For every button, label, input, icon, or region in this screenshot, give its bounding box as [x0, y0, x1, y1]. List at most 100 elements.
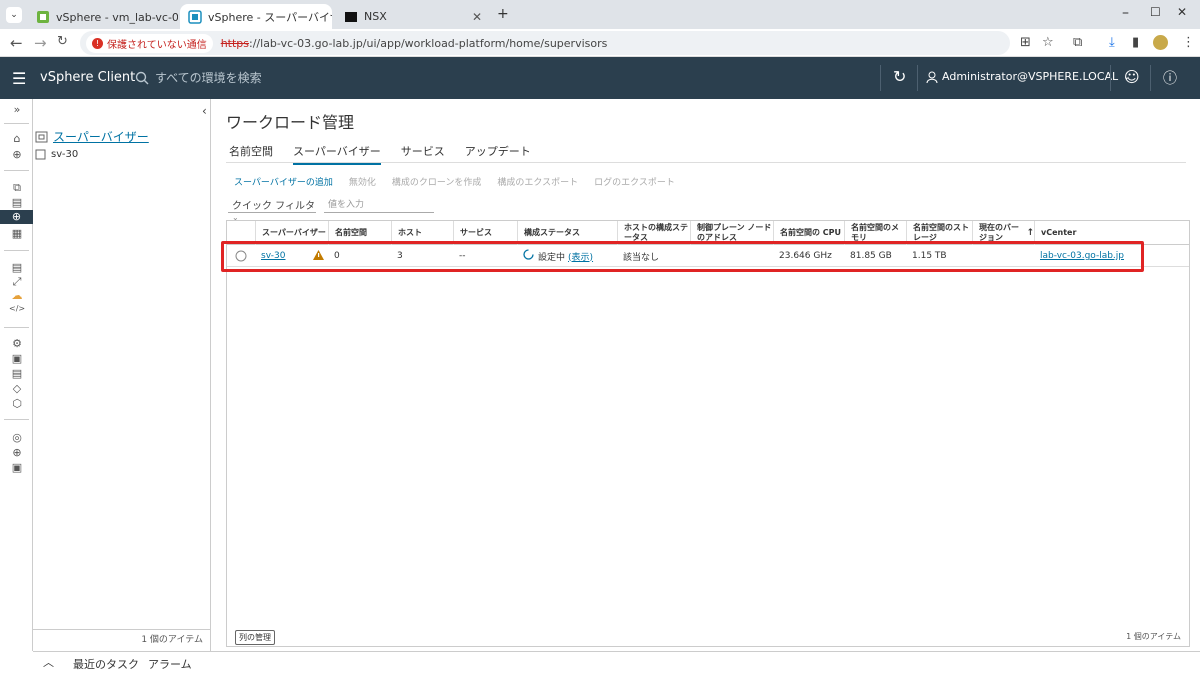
close-icon[interactable]: ✕: [472, 10, 482, 24]
header-divider: [917, 65, 918, 91]
profile-avatar[interactable]: [1153, 35, 1168, 50]
tags-icon[interactable]: ◇: [9, 382, 25, 395]
minimize-icon[interactable]: –: [1122, 5, 1129, 21]
networking-icon[interactable]: ▦: [9, 227, 25, 240]
download-icon[interactable]: ⤓: [1109, 35, 1115, 50]
more-icon[interactable]: ⋮: [1182, 35, 1195, 50]
export-logs-button[interactable]: ログのエクスポート: [594, 175, 675, 188]
supervisor-icon: [35, 149, 46, 160]
app-header: ☰ vSphere Client すべての環境を検索 ↻ Administrat…: [0, 57, 1200, 99]
help-icon[interactable]: ⓘ: [1163, 68, 1177, 88]
warning-icon: !: [92, 37, 103, 49]
expand-icon[interactable]: »: [9, 103, 25, 116]
filter-value-input[interactable]: 値を入力: [324, 197, 434, 213]
search-placeholder: すべての環境を検索: [155, 71, 262, 85]
tab-title: vSphere - スーパーバイザー: [208, 10, 332, 24]
header-divider: [1150, 65, 1151, 91]
tab-title: vSphere - vm_lab-vc-03 - 仮想マ: [56, 10, 178, 24]
tab-list-icon[interactable]: ⌄: [6, 7, 22, 23]
search-icon: [135, 71, 149, 84]
security-label: 保護されていない通信: [107, 39, 207, 51]
rail-divider: [4, 327, 29, 328]
tab-vm[interactable]: vSphere - vm_lab-vc-03 - 仮想マ ✕: [28, 4, 178, 29]
sidepanel-icon[interactable]: ▮: [1132, 35, 1139, 50]
manage-columns-button[interactable]: 列の管理: [235, 630, 275, 645]
left-rail: » ⌂ ⊕ ⧉ ▤ ⊕ ▦ ▤ ⤢ ☁ </> ⚙ ▣ ▤ ◇ ⬡ ◎ ⊕ ▣: [0, 99, 33, 651]
url-scheme: https: [220, 36, 250, 50]
highlight-box: [221, 241, 1144, 272]
translate-icon[interactable]: ⊞: [1020, 35, 1031, 50]
user-icon: [926, 71, 938, 83]
tab-divider: [226, 162, 1186, 163]
rail-divider: [4, 250, 29, 251]
vsphere-icon: [36, 10, 50, 24]
plus-circle-icon[interactable]: ⊕: [9, 446, 25, 459]
forward-icon[interactable]: →: [34, 34, 47, 52]
feedback-smiley-icon[interactable]: ☺: [1124, 68, 1140, 86]
tree-root-label: スーパーバイザー: [53, 130, 149, 144]
url-box[interactable]: ! 保護されていない通信 https://lab-vc-03.go-lab.jp…: [80, 31, 1010, 55]
reload-icon[interactable]: ↻: [57, 34, 68, 49]
rail-divider: [4, 419, 29, 420]
header-divider: [1110, 65, 1111, 91]
refresh-icon[interactable]: ↻: [893, 67, 906, 86]
hamburger-menu-icon[interactable]: ☰: [12, 69, 26, 88]
recent-tasks-tab[interactable]: 最近のタスク: [73, 656, 139, 672]
user-menu[interactable]: Administrator@VSPHERE.LOCAL ⌄: [926, 70, 1131, 83]
app-title: vSphere Client: [40, 70, 136, 85]
events-icon[interactable]: ▤: [9, 367, 25, 380]
cloud-icon[interactable]: ☁: [9, 289, 25, 302]
tasks-icon[interactable]: ▣: [9, 352, 25, 365]
address-bar: ← → ↻ ! 保護されていない通信 https://lab-vc-03.go-…: [0, 29, 1200, 57]
action-bar: スーパーバイザーの追加 無効化 構成のクローンを作成 構成のエクスポート ログの…: [234, 175, 675, 188]
vsphere-icon: [188, 9, 202, 24]
chevron-up-icon[interactable]: ︿: [43, 654, 54, 670]
window-close-icon[interactable]: ✕: [1177, 5, 1187, 19]
tab-supervisor[interactable]: vSphere - スーパーバイザー ✕: [180, 4, 332, 29]
user-name: Administrator@VSPHERE.LOCAL: [942, 70, 1119, 83]
hosts-clusters-icon[interactable]: ⧉: [9, 181, 25, 195]
quick-filter-select[interactable]: クイック フィルタ ⌄: [228, 197, 316, 222]
disable-button[interactable]: 無効化: [349, 175, 376, 188]
sort-up-icon: ↑: [1026, 228, 1034, 238]
maximize-icon[interactable]: ☐: [1150, 5, 1161, 19]
supervisors-grid: スーパーバイザー 名前空間 ホスト サービス 構成ステータス ホストの構成ステー…: [226, 220, 1190, 647]
url-text: ://lab-vc-03.go-lab.jp/ui/app/workload-p…: [249, 36, 608, 50]
tree-item-label: sv-30: [51, 149, 79, 160]
skyline-icon[interactable]: ◎: [9, 431, 25, 444]
clone-config-button[interactable]: 構成のクローンを作成: [392, 175, 482, 188]
content-libraries-icon[interactable]: ▤: [9, 261, 25, 274]
grid-item-count: 1 個のアイテム: [1126, 632, 1181, 641]
bookmark-star-icon[interactable]: ☆: [1042, 35, 1054, 50]
home-icon[interactable]: ⌂: [9, 132, 25, 145]
tree-root-supervisors[interactable]: スーパーバイザー: [35, 128, 149, 145]
security-chip[interactable]: ! 保護されていない通信: [86, 33, 213, 53]
vms-templates-icon[interactable]: ▤: [9, 196, 25, 209]
alarms-tab[interactable]: アラーム: [148, 656, 192, 672]
tab-nsx[interactable]: NSX ✕: [336, 4, 490, 29]
browser-tab-bar: ⌄ vSphere - vm_lab-vc-03 - 仮想マ ✕ vSphere…: [0, 0, 1200, 29]
export-config-button[interactable]: 構成のエクスポート: [497, 175, 578, 188]
clipboard-icon[interactable]: ▣: [9, 461, 25, 474]
page-title: ワークロード管理: [226, 113, 355, 132]
bottom-bar: ︿ 最近のタスク アラーム: [33, 651, 1200, 673]
tree-item-sv-30[interactable]: sv-30: [35, 149, 78, 160]
collapse-panel-icon[interactable]: ‹: [202, 104, 207, 118]
administration-icon[interactable]: ⚙: [9, 337, 25, 350]
quick-filter-label: クイック フィルタ: [232, 201, 315, 212]
rail-divider: [4, 123, 29, 124]
back-icon[interactable]: ←: [10, 34, 23, 52]
shortcuts-icon[interactable]: ⊕: [9, 148, 25, 161]
policies-icon[interactable]: ⤢: [9, 275, 25, 289]
navigator-tree: ‹ スーパーバイザー sv-30 1 個のアイテム: [33, 99, 211, 651]
developer-icon[interactable]: </>: [9, 304, 25, 313]
col-version-label: 現在のバージョン: [979, 223, 1019, 242]
new-tab-icon[interactable]: +: [497, 6, 509, 22]
add-supervisor-button[interactable]: スーパーバイザーの追加: [234, 175, 333, 188]
header-divider: [880, 65, 881, 91]
lifecycle-icon[interactable]: ⬡: [9, 397, 25, 410]
workload-management-icon[interactable]: ⊕: [0, 210, 33, 224]
tab-title: NSX: [364, 10, 387, 23]
global-search[interactable]: すべての環境を検索: [135, 69, 262, 86]
extensions-icon[interactable]: ⧉: [1073, 35, 1082, 50]
